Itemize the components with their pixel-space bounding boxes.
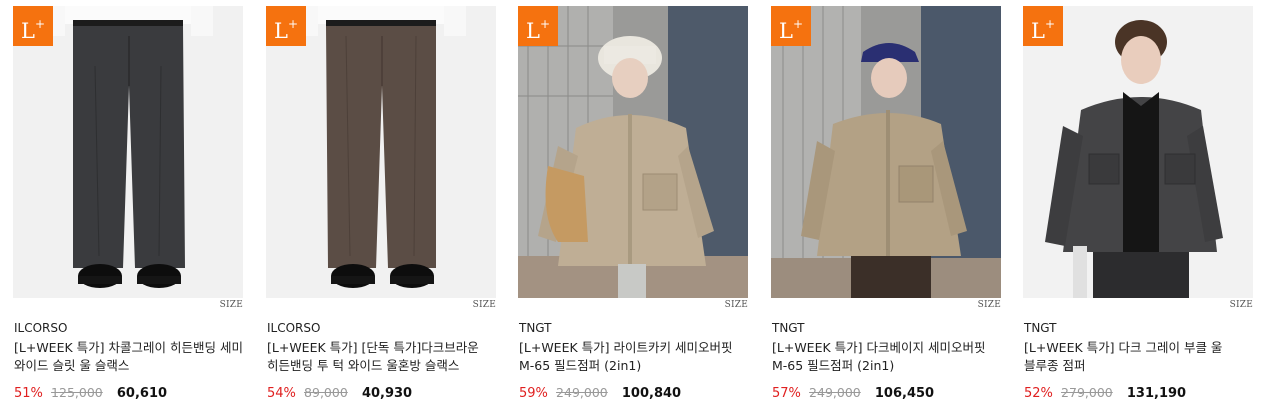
sale-price: 106,450 [874,386,935,401]
brand-name[interactable]: TNGT [772,321,805,335]
brand-name[interactable]: TNGT [519,321,552,335]
dark-beige-jacket-photo [771,6,1001,298]
sale-price: 40,930 [361,386,413,401]
product-card[interactable]: L+ SIZE TNGT [L+WEEK 특가] 라이트카키 세미오버핏 M-6… [518,0,748,420]
sale-price: 60,610 [116,386,168,401]
product-title[interactable]: [L+WEEK 특가] 다크 그레이 부클 울 블루종 점퍼 [1024,339,1256,375]
sale-price: 100,840 [621,386,682,401]
l-plus-badge: L+ [771,6,811,46]
size-label[interactable]: SIZE [473,300,496,310]
discount-rate: 57% [772,386,801,401]
discount-rate: 59% [519,386,548,401]
brown-slacks-photo [266,6,496,298]
size-label[interactable]: SIZE [978,300,1001,310]
discount-rate: 54% [267,386,296,401]
discount-rate: 51% [14,386,43,401]
size-label[interactable]: SIZE [725,300,748,310]
original-price: 89,000 [304,385,348,400]
brand-name[interactable]: ILCORSO [267,321,320,335]
product-card[interactable]: L+ SIZE ILCORSO [L+WEEK 특가] 차콜그레이 히든밴딩 세… [13,0,243,420]
product-card[interactable]: L+ SIZE TNGT [L+WEEK 특가] 다크 그레이 부클 울 블루종… [1023,0,1253,420]
l-plus-badge: L+ [518,6,558,46]
size-label[interactable]: SIZE [220,300,243,310]
l-plus-badge: L+ [13,6,53,46]
price-row: 51% 125,000 60,610 [14,385,167,401]
price-row: 52% 279,000 131,190 [1024,385,1186,401]
product-title[interactable]: [L+WEEK 특가] 다크베이지 세미오버핏 M-65 필드점퍼 (2in1) [772,339,1004,375]
product-title[interactable]: [L+WEEK 특가] 차콜그레이 히든밴딩 세미 와이드 슬릿 울 슬랙스 [14,339,246,375]
original-price: 249,000 [809,385,861,400]
product-image[interactable]: L+ [1023,6,1253,298]
product-image[interactable]: L+ [771,6,1001,298]
light-khaki-jacket-photo [518,6,748,298]
grey-blouson-photo [1023,6,1253,298]
charcoal-slacks-photo [13,6,243,298]
price-row: 59% 249,000 100,840 [519,385,681,401]
original-price: 279,000 [1061,385,1113,400]
product-title[interactable]: [L+WEEK 특가] [단독 특가]다크브라운 히든밴딩 투 턱 와이드 울혼… [267,339,499,375]
sale-price: 131,190 [1126,386,1187,401]
discount-rate: 52% [1024,386,1053,401]
price-row: 57% 249,000 106,450 [772,385,934,401]
product-card[interactable]: L+ SIZE TNGT [L+WEEK 특가] 다크베이지 세미오버핏 M-6… [771,0,1001,420]
brand-name[interactable]: ILCORSO [14,321,67,335]
size-label[interactable]: SIZE [1230,300,1253,310]
product-image[interactable]: L+ [518,6,748,298]
brand-name[interactable]: TNGT [1024,321,1057,335]
product-title[interactable]: [L+WEEK 특가] 라이트카키 세미오버핏 M-65 필드점퍼 (2in1) [519,339,751,375]
l-plus-badge: L+ [1023,6,1063,46]
original-price: 249,000 [556,385,608,400]
original-price: 125,000 [51,385,103,400]
product-card[interactable]: L+ SIZE ILCORSO [L+WEEK 특가] [단독 특가]다크브라운… [266,0,496,420]
product-image[interactable]: L+ [266,6,496,298]
product-image[interactable]: L+ [13,6,243,298]
price-row: 54% 89,000 40,930 [267,385,412,401]
l-plus-badge: L+ [266,6,306,46]
product-grid: L+ SIZE ILCORSO [L+WEEK 특가] 차콜그레이 히든밴딩 세… [0,0,1266,420]
